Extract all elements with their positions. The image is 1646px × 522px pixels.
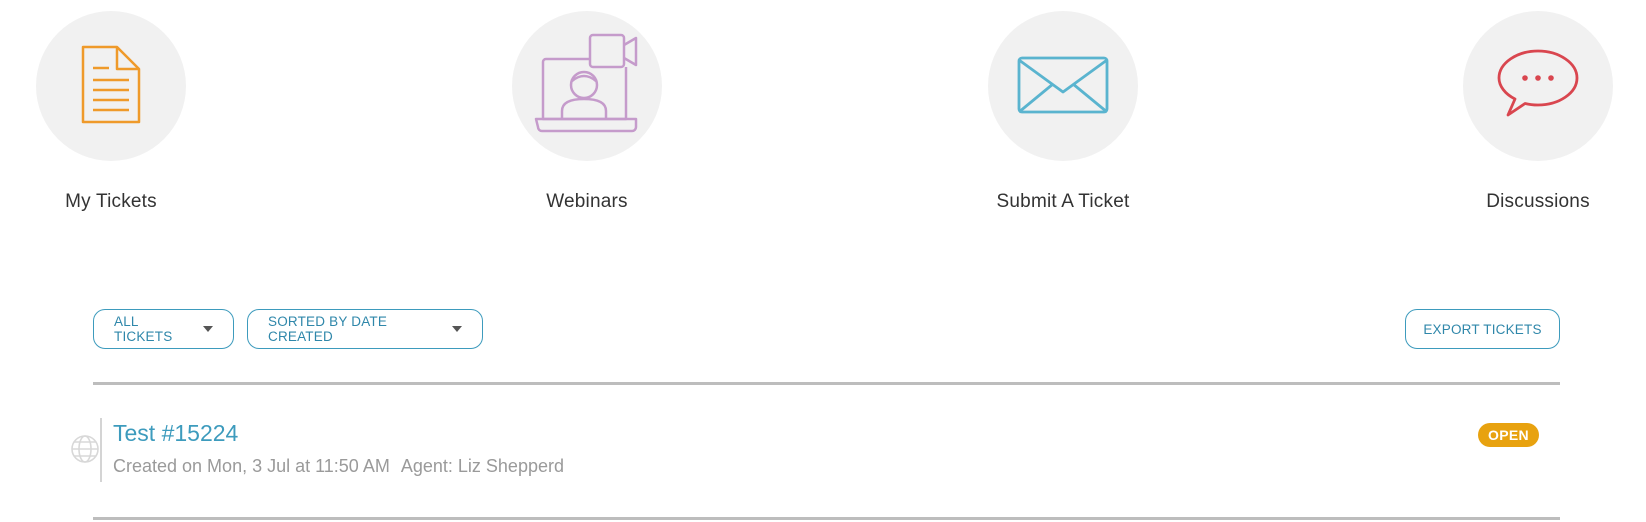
webinar-laptop-icon xyxy=(532,29,642,144)
nav-tile-discussions[interactable]: Discussions xyxy=(1438,11,1638,213)
ticket-title-link[interactable]: Test #15224 xyxy=(113,420,238,447)
sort-dropdown[interactable]: SORTED BY DATE CREATED xyxy=(247,309,483,349)
nav-tile-circle[interactable] xyxy=(988,11,1138,161)
ticket-agent: Agent: Liz Shepperd xyxy=(400,456,564,476)
ticket-row[interactable]: Test #15224 Created on Mon, 3 Jul at 11:… xyxy=(70,414,1560,494)
document-icon xyxy=(71,44,151,129)
ticket-meta: Created on Mon, 3 Jul at 11:50 AM Agent:… xyxy=(113,456,564,477)
ticket-created: Created on Mon, 3 Jul at 11:50 AM xyxy=(113,456,390,476)
export-tickets-label: EXPORT TICKETS xyxy=(1423,321,1542,337)
nav-tile-label: My Tickets xyxy=(65,191,157,212)
envelope-icon xyxy=(1015,36,1111,137)
filter-dropdown[interactable]: ALL TICKETS xyxy=(93,309,234,349)
export-tickets-button[interactable]: EXPORT TICKETS xyxy=(1405,309,1560,349)
nav-tile-submit-ticket[interactable]: Submit A Ticket xyxy=(963,11,1163,213)
nav-tile-circle[interactable] xyxy=(1463,11,1613,161)
divider xyxy=(93,517,1560,520)
caret-down-icon xyxy=(203,326,213,332)
ticket-row-accent-bar xyxy=(100,418,102,482)
nav-tile-webinars[interactable]: Webinars xyxy=(487,11,687,213)
nav-tile-circle[interactable] xyxy=(36,11,186,161)
status-badge: OPEN xyxy=(1478,423,1539,447)
globe-icon xyxy=(70,434,100,469)
nav-tile-label: Webinars xyxy=(546,191,628,212)
filter-dropdown-label: ALL TICKETS xyxy=(114,314,173,344)
divider xyxy=(93,382,1560,385)
caret-down-icon xyxy=(452,326,462,332)
nav-tile-circle[interactable] xyxy=(512,11,662,161)
sort-dropdown-label: SORTED BY DATE CREATED xyxy=(268,314,388,344)
nav-tile-my-tickets[interactable]: My Tickets xyxy=(11,11,211,213)
nav-tile-label: Discussions xyxy=(1486,191,1590,212)
chat-bubble-icon xyxy=(1493,39,1583,134)
nav-tile-label: Submit A Ticket xyxy=(996,191,1130,212)
